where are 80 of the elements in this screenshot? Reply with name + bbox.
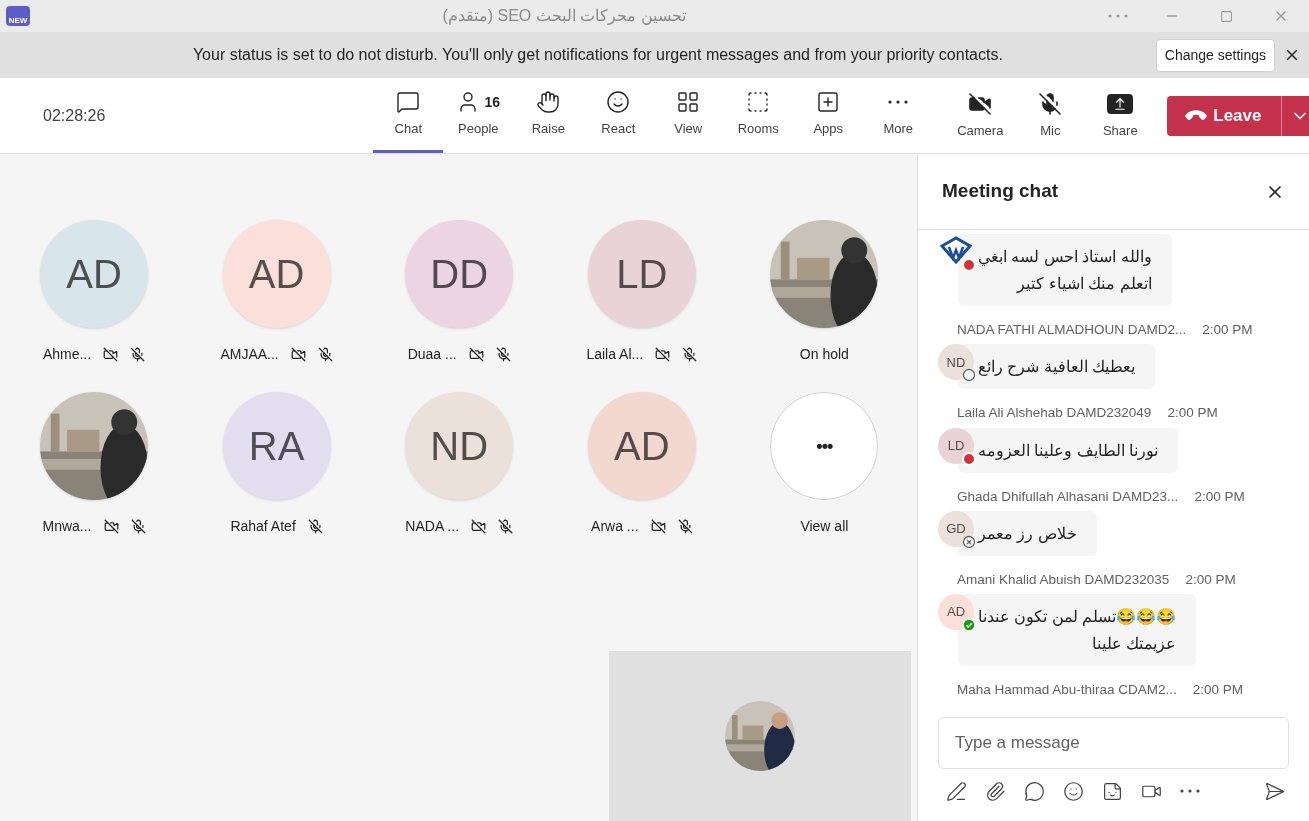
- share-icon: [1107, 93, 1134, 114]
- message-time: 2:00 PM: [1192, 681, 1244, 699]
- format-icon[interactable]: [946, 780, 967, 802]
- avatar-initials: ND: [946, 353, 966, 372]
- message-text: والله استاذ احس لسه ابغي: [978, 247, 1152, 268]
- sender-name: Laila Ali Alshehab DAMD232049: [957, 404, 1152, 423]
- sticker-icon[interactable]: [1102, 780, 1123, 802]
- emoji-icon[interactable]: [1063, 780, 1084, 802]
- participant-name: Laila Al...: [586, 344, 644, 364]
- toolbar-button[interactable]: View: [653, 78, 724, 153]
- participant-name: AMJAA...: [220, 344, 279, 364]
- banner-text: Your status is set to do not disturb. You'll only get notifications for urgent messages and from your priority contacts.: [191, 45, 1004, 65]
- participant-name: On hold: [799, 344, 849, 364]
- send-icon[interactable]: [1264, 780, 1285, 802]
- message-text: 😂😂😂تسلم لمن تكون عندنا: [978, 607, 1177, 628]
- hand-icon: [536, 90, 561, 115]
- participant-name: Mnwa...: [42, 516, 92, 536]
- avatar-initials: AD: [248, 251, 305, 298]
- participant-name: Arwa ...: [591, 516, 639, 536]
- change-settings-button[interactable]: Change settings: [1155, 38, 1275, 72]
- more-icon: [888, 100, 909, 105]
- avatar-initials: LD: [947, 436, 965, 455]
- participant-name: Duaa ...: [407, 344, 457, 364]
- toolbar-button[interactable]: Apps: [793, 78, 864, 153]
- message-time: 2:00 PM: [1167, 404, 1218, 423]
- message-time: 2:00 PM: [1194, 487, 1245, 506]
- window-title: تحسين محركات البحث SEO (متقدم): [442, 7, 686, 24]
- message-text: خلاص رز معمر: [978, 523, 1077, 545]
- toolbar-button[interactable]: Rooms: [723, 78, 794, 153]
- participant-name: Ahme...: [42, 344, 92, 364]
- available-status-icon: [962, 618, 976, 632]
- message-time: 2:00 PM: [1202, 321, 1253, 339]
- message-text: نورنا الطايف وعلينا العزومه: [978, 440, 1159, 462]
- chat-icon: [396, 90, 421, 115]
- avatar-initials: RA: [248, 423, 305, 470]
- toolbar-button[interactable]: More: [863, 78, 934, 153]
- toolbar-button[interactable]: Chat: [373, 78, 444, 153]
- avatar-initials: GD: [946, 520, 966, 538]
- toolbar-button[interactable]: Mic: [1015, 78, 1086, 153]
- leave-options-button[interactable]: [1281, 95, 1309, 136]
- participant-name: Rahaf Atef: [230, 516, 296, 536]
- toolbar-button[interactable]: Camera: [945, 78, 1016, 153]
- message-text: عزيمتك علينا: [1090, 634, 1177, 655]
- attach-icon[interactable]: [985, 780, 1006, 802]
- mic-off-icon: [1038, 91, 1063, 116]
- participant-name: NADA ...: [405, 516, 460, 536]
- more-icon[interactable]: [1180, 789, 1200, 793]
- rooms-icon: [746, 90, 771, 115]
- panel-title: Meeting chat: [942, 179, 1059, 204]
- sender-name: Ghada Dhifullah Alhasani DAMD23...: [957, 487, 1179, 506]
- new-label: NEW: [8, 17, 28, 25]
- grid-icon: [676, 90, 701, 115]
- toolbar-button[interactable]: Share: [1085, 78, 1156, 153]
- avatar-initials: AD: [66, 251, 122, 298]
- busy-status-icon: [962, 258, 976, 272]
- offline-status-icon: [962, 368, 976, 383]
- message-text: اتعلم منك اشياء كتير: [1015, 274, 1152, 295]
- participant-count: 16: [484, 92, 501, 112]
- avatar-initials: AD: [946, 603, 966, 622]
- sender-name: NADA FATHI ALMADHOUN DAMD2...: [957, 321, 1187, 339]
- message-input[interactable]: Type a message: [938, 717, 1289, 769]
- avatar-initials: LD: [616, 251, 668, 298]
- toolbar-button[interactable]: Raise: [513, 78, 584, 153]
- smiley-icon: [606, 90, 631, 115]
- message-text: يعطيك العافية شرح رائع: [978, 357, 1136, 378]
- loop-icon[interactable]: [1024, 780, 1045, 802]
- camera-off-icon: [968, 91, 993, 116]
- avatar-initials: AD: [614, 423, 670, 470]
- toolbar-button[interactable]: 16 People: [443, 78, 514, 153]
- plus-square-icon: [816, 90, 841, 115]
- participant-name: View all: [800, 516, 849, 536]
- sender-name: Maha Hammad Abu-thiraa CDAM2...: [957, 681, 1177, 699]
- view-all-button[interactable]: •••: [770, 392, 879, 500]
- sender-name: Amani Khalid Abuish DAMD232035: [957, 570, 1170, 589]
- offline-status-icon: [962, 534, 976, 549]
- message-time: 2:00 PM: [1185, 570, 1236, 589]
- avatar-initials: ND: [430, 423, 489, 470]
- meeting-timer: 02:28:26: [43, 105, 106, 126]
- toolbar-button[interactable]: React: [583, 78, 654, 153]
- avatar-initials: DD: [430, 251, 489, 298]
